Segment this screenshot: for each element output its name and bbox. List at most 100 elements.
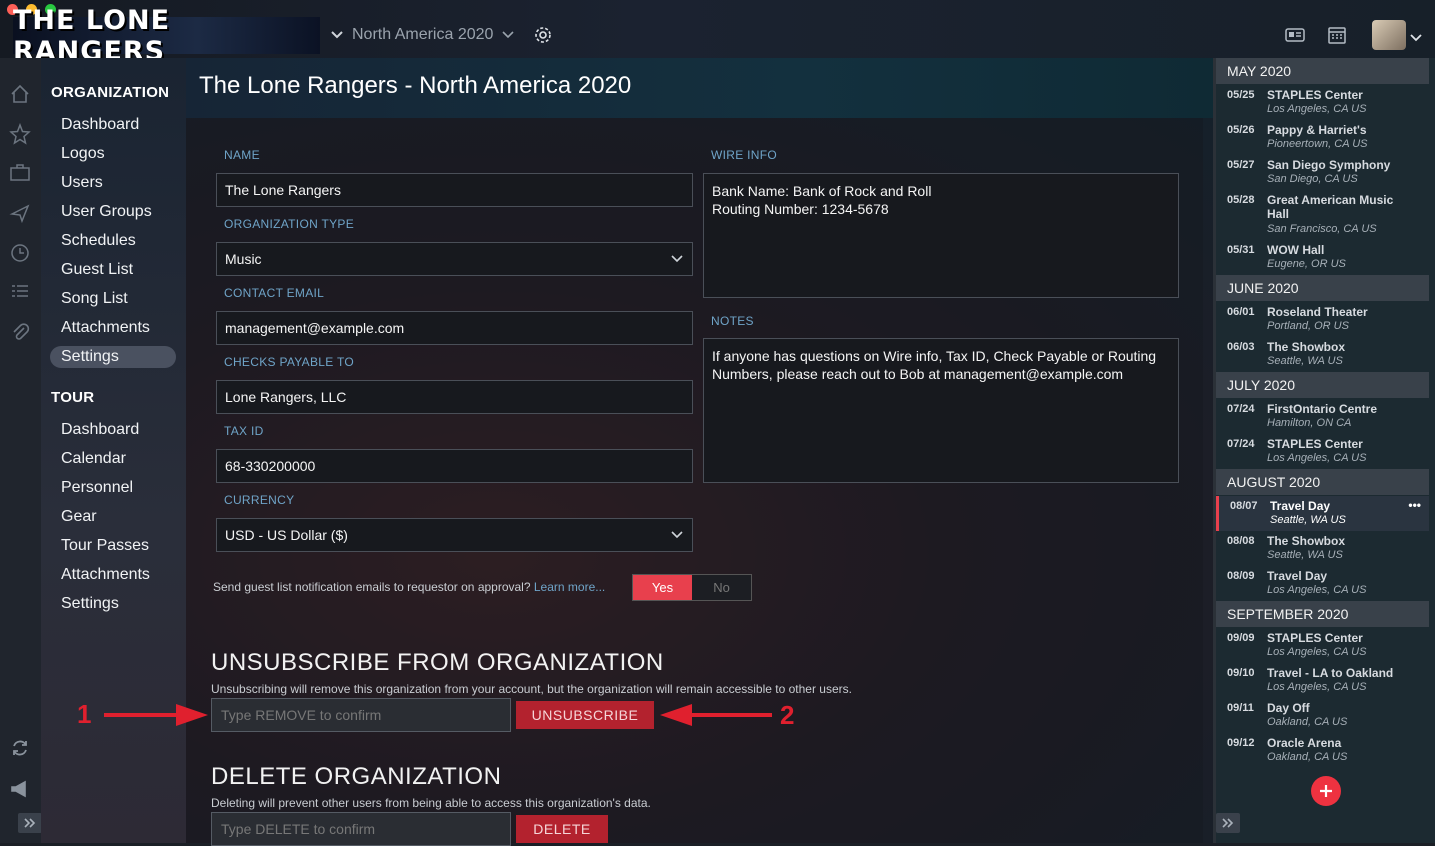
event-date: 09/10 — [1227, 667, 1255, 679]
sidebar-item-tour-attachments[interactable]: Attachments — [61, 566, 150, 584]
schedule-event[interactable]: 05/27 San Diego Symphony San Diego, CA US — [1216, 155, 1429, 190]
schedule-event[interactable]: 08/08 The Showbox Seattle, WA US — [1216, 531, 1429, 566]
expand-panel-icon[interactable] — [1216, 813, 1240, 833]
contact-email-label: CONTACT EMAIL — [224, 286, 325, 300]
airplane-icon[interactable] — [8, 201, 32, 225]
event-location: Los Angeles, CA US — [1267, 681, 1367, 693]
name-field[interactable]: The Lone Rangers — [216, 173, 693, 207]
tax-id-field[interactable]: 68-330200000 — [216, 449, 693, 483]
annotation-arrow-2 — [660, 704, 772, 726]
star-icon[interactable] — [8, 122, 32, 146]
event-title: Day Off — [1267, 701, 1310, 715]
event-location: Hamilton, ON CA — [1267, 417, 1352, 429]
delete-heading: DELETE ORGANIZATION — [211, 763, 502, 790]
schedule-event[interactable]: 06/01 Roseland Theater Portland, OR US — [1216, 302, 1429, 337]
checks-payable-field[interactable]: Lone Rangers, LLC — [216, 380, 693, 414]
org-logo[interactable]: THE LONE RANGERS — [13, 5, 320, 67]
wire-info-textarea[interactable]: Bank Name: Bank of Rock and Roll Routing… — [703, 173, 1179, 298]
schedule-event[interactable]: 09/11 Day Off Oakland, CA US — [1216, 698, 1429, 733]
paperclip-icon[interactable] — [8, 320, 32, 344]
event-location: Portland, OR US — [1267, 320, 1349, 332]
event-location: Oakland, CA US — [1267, 716, 1348, 728]
schedule-event[interactable]: 09/09 STAPLES Center Los Angeles, CA US — [1216, 628, 1429, 663]
annotation-number-2: 2 — [780, 700, 795, 730]
no-option[interactable]: No — [692, 575, 751, 600]
sidebar-item-schedules[interactable]: Schedules — [61, 232, 136, 250]
sidebar-item-calendar[interactable]: Calendar — [61, 450, 126, 468]
clock-icon[interactable] — [8, 241, 32, 265]
event-title: Roseland Theater — [1267, 305, 1368, 319]
event-title: San Diego Symphony — [1267, 158, 1391, 172]
event-title: Oracle Arena — [1267, 736, 1342, 750]
home-icon[interactable] — [8, 82, 32, 106]
guest-notify-toggle[interactable]: Yes No — [632, 574, 752, 601]
unsubscribe-button[interactable]: UNSUBSCRIBE — [516, 701, 654, 729]
event-location: Los Angeles, CA US — [1267, 103, 1367, 115]
sidebar-item-org-dashboard[interactable]: Dashboard — [61, 116, 139, 134]
org-type-select[interactable]: Music — [216, 242, 693, 276]
briefcase-icon[interactable] — [8, 161, 32, 185]
sidebar-item-org-attachments[interactable]: Attachments — [61, 319, 150, 337]
avatar[interactable] — [1372, 20, 1406, 50]
expand-sidebar-icon[interactable] — [18, 813, 42, 833]
tour-selector[interactable]: North America 2020 — [330, 25, 553, 45]
sidebar-item-song-list[interactable]: Song List — [61, 290, 128, 308]
sidebar-item-tour-passes[interactable]: Tour Passes — [61, 537, 149, 555]
delete-confirm-input[interactable]: Type DELETE to confirm — [211, 812, 511, 846]
yes-option[interactable]: Yes — [633, 575, 692, 600]
sidebar-item-logos[interactable]: Logos — [61, 145, 105, 163]
schedule-panel: MAY 2020 05/25 STAPLES Center Los Angeles, … — [1216, 58, 1435, 843]
sidebar-item-gear[interactable]: Gear — [61, 508, 97, 526]
schedule-event[interactable]: 05/25 STAPLES Center Los Angeles, CA US — [1216, 85, 1429, 120]
sync-icon[interactable] — [8, 736, 32, 760]
org-type-label: ORGANIZATION TYPE — [224, 217, 355, 231]
sidebar-item-users[interactable]: Users — [61, 174, 103, 192]
sidebar-item-user-groups[interactable]: User Groups — [61, 203, 152, 221]
sidebar-item-guest-list[interactable]: Guest List — [61, 261, 133, 279]
event-date: 05/31 — [1227, 244, 1255, 256]
event-location: Seattle, WA US — [1267, 549, 1343, 561]
event-title: The Showbox — [1267, 534, 1345, 548]
schedule-event[interactable]: 05/31 WOW Hall Eugene, OR US — [1216, 240, 1429, 275]
guest-notify-text: Send guest list notification emails to r… — [213, 580, 605, 594]
currency-select[interactable]: USD - US Dollar ($) — [216, 518, 693, 552]
schedule-event[interactable]: 07/24 FirstOntario Centre Hamilton, ON CA — [1216, 399, 1429, 434]
more-options-icon[interactable]: ••• — [1408, 498, 1421, 512]
event-title: Travel Day — [1267, 569, 1328, 583]
top-bar: THE LONE RANGERS North America 2020 — [0, 0, 1435, 67]
schedule-event[interactable]: 09/10 Travel - LA to Oakland Los Angeles, … — [1216, 663, 1429, 698]
schedule-event[interactable]: 08/09 Travel Day Los Angeles, CA US — [1216, 566, 1429, 601]
sidebar-item-tour-settings[interactable]: Settings — [61, 595, 119, 613]
schedule-event[interactable]: 08/07 Travel Day Seattle, WA US ••• — [1216, 496, 1429, 531]
schedule-event[interactable]: 06/03 The Showbox Seattle, WA US — [1216, 337, 1429, 372]
id-card-icon[interactable] — [1285, 27, 1305, 43]
sidebar-item-tour-dashboard[interactable]: Dashboard — [61, 421, 139, 439]
chevron-down-icon[interactable] — [1410, 34, 1422, 42]
remove-confirm-input[interactable]: Type REMOVE to confirm — [211, 698, 511, 732]
event-location: Seattle, WA US — [1267, 355, 1343, 367]
tax-id-label: TAX ID — [224, 424, 264, 438]
delete-button[interactable]: DELETE — [516, 815, 608, 843]
calendar-icon[interactable] — [1327, 25, 1347, 45]
schedule-event[interactable]: 05/28 Great American Music Hall San Franci… — [1216, 190, 1429, 240]
contact-email-field[interactable]: management@example.com — [216, 311, 693, 345]
notes-textarea[interactable]: If anyone has questions on Wire info, Ta… — [703, 338, 1179, 483]
sidebar-item-personnel[interactable]: Personnel — [61, 479, 133, 497]
add-event-button[interactable] — [1311, 776, 1341, 806]
schedule-event[interactable]: 07/24 STAPLES Center Los Angeles, CA US — [1216, 434, 1429, 469]
event-date: 06/01 — [1227, 306, 1255, 318]
gear-icon[interactable] — [533, 25, 553, 45]
month-header: SEPTEMBER 2020 — [1216, 601, 1429, 627]
schedule-event[interactable]: 09/12 Oracle Arena Oakland, CA US — [1216, 733, 1429, 763]
event-date: 07/24 — [1227, 438, 1255, 450]
schedule-event[interactable]: 05/26 Pappy & Harriet's Pioneertown, CA US — [1216, 120, 1429, 155]
learn-more-link[interactable]: Learn more... — [534, 580, 605, 594]
chevron-down-icon — [670, 255, 684, 263]
event-date: 06/03 — [1227, 341, 1255, 353]
event-title: Travel Day — [1270, 499, 1331, 513]
sidebar-item-org-settings[interactable]: Settings — [61, 348, 119, 366]
megaphone-icon[interactable] — [8, 777, 32, 801]
list-icon[interactable] — [8, 280, 32, 304]
event-location: San Diego, CA US — [1267, 173, 1358, 185]
event-title: Pappy & Harriet's — [1267, 123, 1367, 137]
